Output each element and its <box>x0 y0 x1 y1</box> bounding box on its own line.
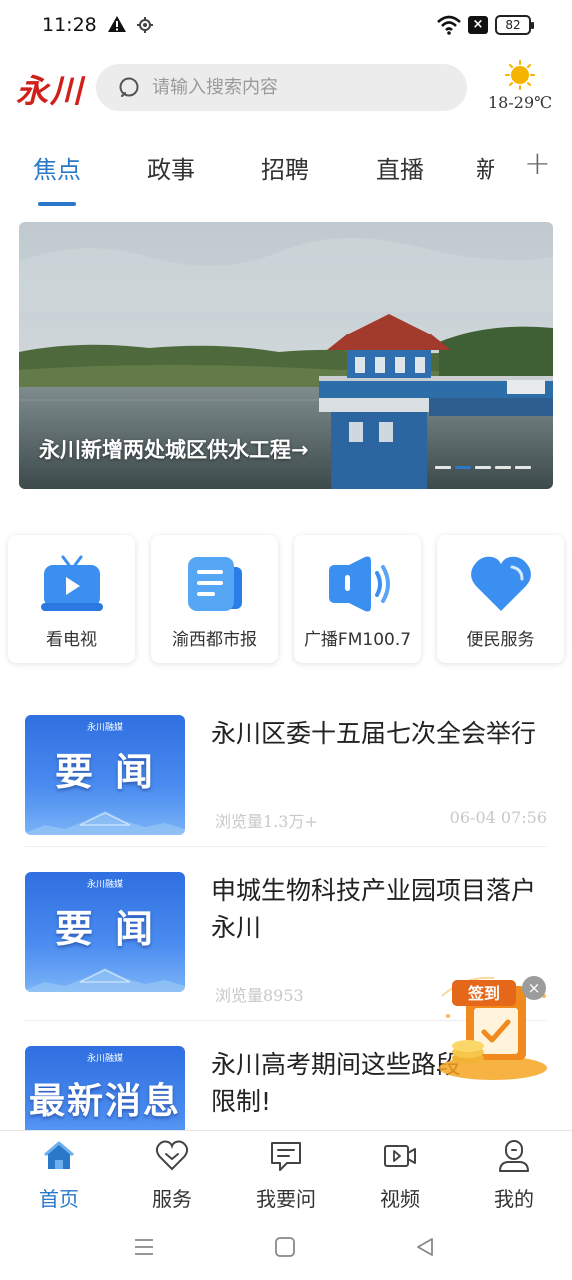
video-icon <box>384 1145 416 1167</box>
nav-label: 视频 <box>380 1187 420 1211</box>
home-icon <box>44 1141 74 1169</box>
nav-home[interactable]: 首页 <box>2 1131 116 1221</box>
signin-label: 签到 <box>467 984 500 1003</box>
nav-ask[interactable]: 我要问 <box>229 1131 343 1221</box>
quick-link-label: 广播FM100.7 <box>303 630 412 650</box>
quick-link-newspaper[interactable]: 渝西都市报 <box>151 535 278 663</box>
news-time: 06-04 07:56 <box>449 808 547 827</box>
add-tab-icon[interactable]: + <box>524 144 551 182</box>
no-sim-icon: × <box>468 16 488 34</box>
quick-link-label: 渝西都市报 <box>172 630 257 650</box>
chat-icon <box>271 1142 301 1171</box>
bottom-navigation: 首页 服务 我要问 视频 我的 <box>0 1130 572 1220</box>
news-thumbnail: 永川融媒 最新消息 <box>25 1046 185 1130</box>
thumbnail-brand: 永川融媒 <box>86 723 123 733</box>
battery-icon: 82 <box>495 15 534 35</box>
nav-video[interactable]: 视频 <box>343 1131 457 1221</box>
skyline-graphic <box>25 811 185 835</box>
tab-jobs[interactable]: 招聘 <box>261 150 309 185</box>
news-views: 浏览量1.3万+ <box>215 812 318 831</box>
news-thumbnail: 永川融媒 要闻 <box>25 872 185 992</box>
quick-link-label: 看电视 <box>46 630 97 650</box>
skyline-graphic <box>25 968 185 992</box>
menu-icon[interactable] <box>133 1236 155 1258</box>
carousel-dot <box>515 466 531 469</box>
thumbnail-text: 要闻 <box>54 749 175 794</box>
tab-politics[interactable]: 政事 <box>147 150 195 185</box>
news-title: 申城生物科技产业园项目落户永川 <box>211 876 537 942</box>
quick-link-radio[interactable]: 广播FM100.7 <box>294 535 421 663</box>
carousel-dots <box>435 466 531 469</box>
nav-profile[interactable]: 我的 <box>457 1131 571 1221</box>
carousel-dot <box>475 466 491 469</box>
profile-icon <box>499 1140 529 1172</box>
tv-icon <box>41 555 103 611</box>
quick-link-tv[interactable]: 看电视 <box>8 535 135 663</box>
tab-live[interactable]: 直播 <box>376 150 424 185</box>
nav-label: 我要问 <box>256 1187 316 1211</box>
location-icon <box>137 17 153 33</box>
thumbnail-brand: 永川融媒 <box>86 880 123 890</box>
newspaper-icon <box>188 557 242 611</box>
news-thumbnail: 永川融媒 要闻 <box>25 715 185 835</box>
news-views: 浏览量8953 <box>215 986 304 1005</box>
nav-label: 服务 <box>152 1187 192 1211</box>
search-input[interactable] <box>152 64 452 111</box>
news-title: 永川区委十五届七次全会举行 <box>211 719 537 748</box>
speaker-icon <box>329 556 390 612</box>
search-bar[interactable] <box>96 64 467 111</box>
carousel-dot <box>435 466 451 469</box>
home-button-icon[interactable] <box>274 1236 296 1258</box>
tab-focus[interactable]: 焦点 <box>33 150 81 185</box>
banner-title: 永川新增两处城区供水工程→ <box>39 438 309 462</box>
quick-link-services[interactable]: 便民服务 <box>437 535 564 663</box>
warning-icon <box>108 16 126 32</box>
search-icon <box>119 77 139 98</box>
nav-label: 首页 <box>39 1187 79 1211</box>
weather-temperature: 18-29℃ <box>488 93 553 112</box>
thumbnail-text: 要闻 <box>54 906 175 951</box>
back-icon[interactable] <box>414 1236 436 1258</box>
nav-label: 我的 <box>494 1187 534 1211</box>
tab-new[interactable]: 新 <box>476 150 494 185</box>
signin-close-icon[interactable]: × <box>522 976 546 1000</box>
active-tab-indicator <box>38 202 76 206</box>
thumbnail-text: 最新消息 <box>28 1080 181 1122</box>
category-tabs: 焦点 政事 招聘 直播 新 + <box>0 140 572 210</box>
app-logo[interactable]: 永川 <box>16 66 84 112</box>
carousel-dot-active <box>455 466 471 469</box>
status-bar: 11:28 × 82 <box>0 0 572 52</box>
status-time: 11:28 <box>42 14 97 36</box>
thumbnail-brand: 永川融媒 <box>86 1054 123 1064</box>
banner-carousel[interactable]: 永川新增两处城区供水工程→ <box>19 222 553 489</box>
news-item[interactable]: 永川融媒 要闻 永川区委十五届七次全会举行 浏览量1.3万+ 06-04 07:… <box>25 715 547 840</box>
heart-icon <box>471 556 531 611</box>
list-divider <box>25 846 547 847</box>
heart-service-icon <box>155 1140 189 1171</box>
quick-link-label: 便民服务 <box>466 630 535 650</box>
system-navigation-bar <box>0 1220 572 1280</box>
sun-icon[interactable] <box>505 60 535 90</box>
carousel-dot <box>495 466 511 469</box>
wifi-icon <box>437 15 461 35</box>
nav-services[interactable]: 服务 <box>115 1131 229 1221</box>
